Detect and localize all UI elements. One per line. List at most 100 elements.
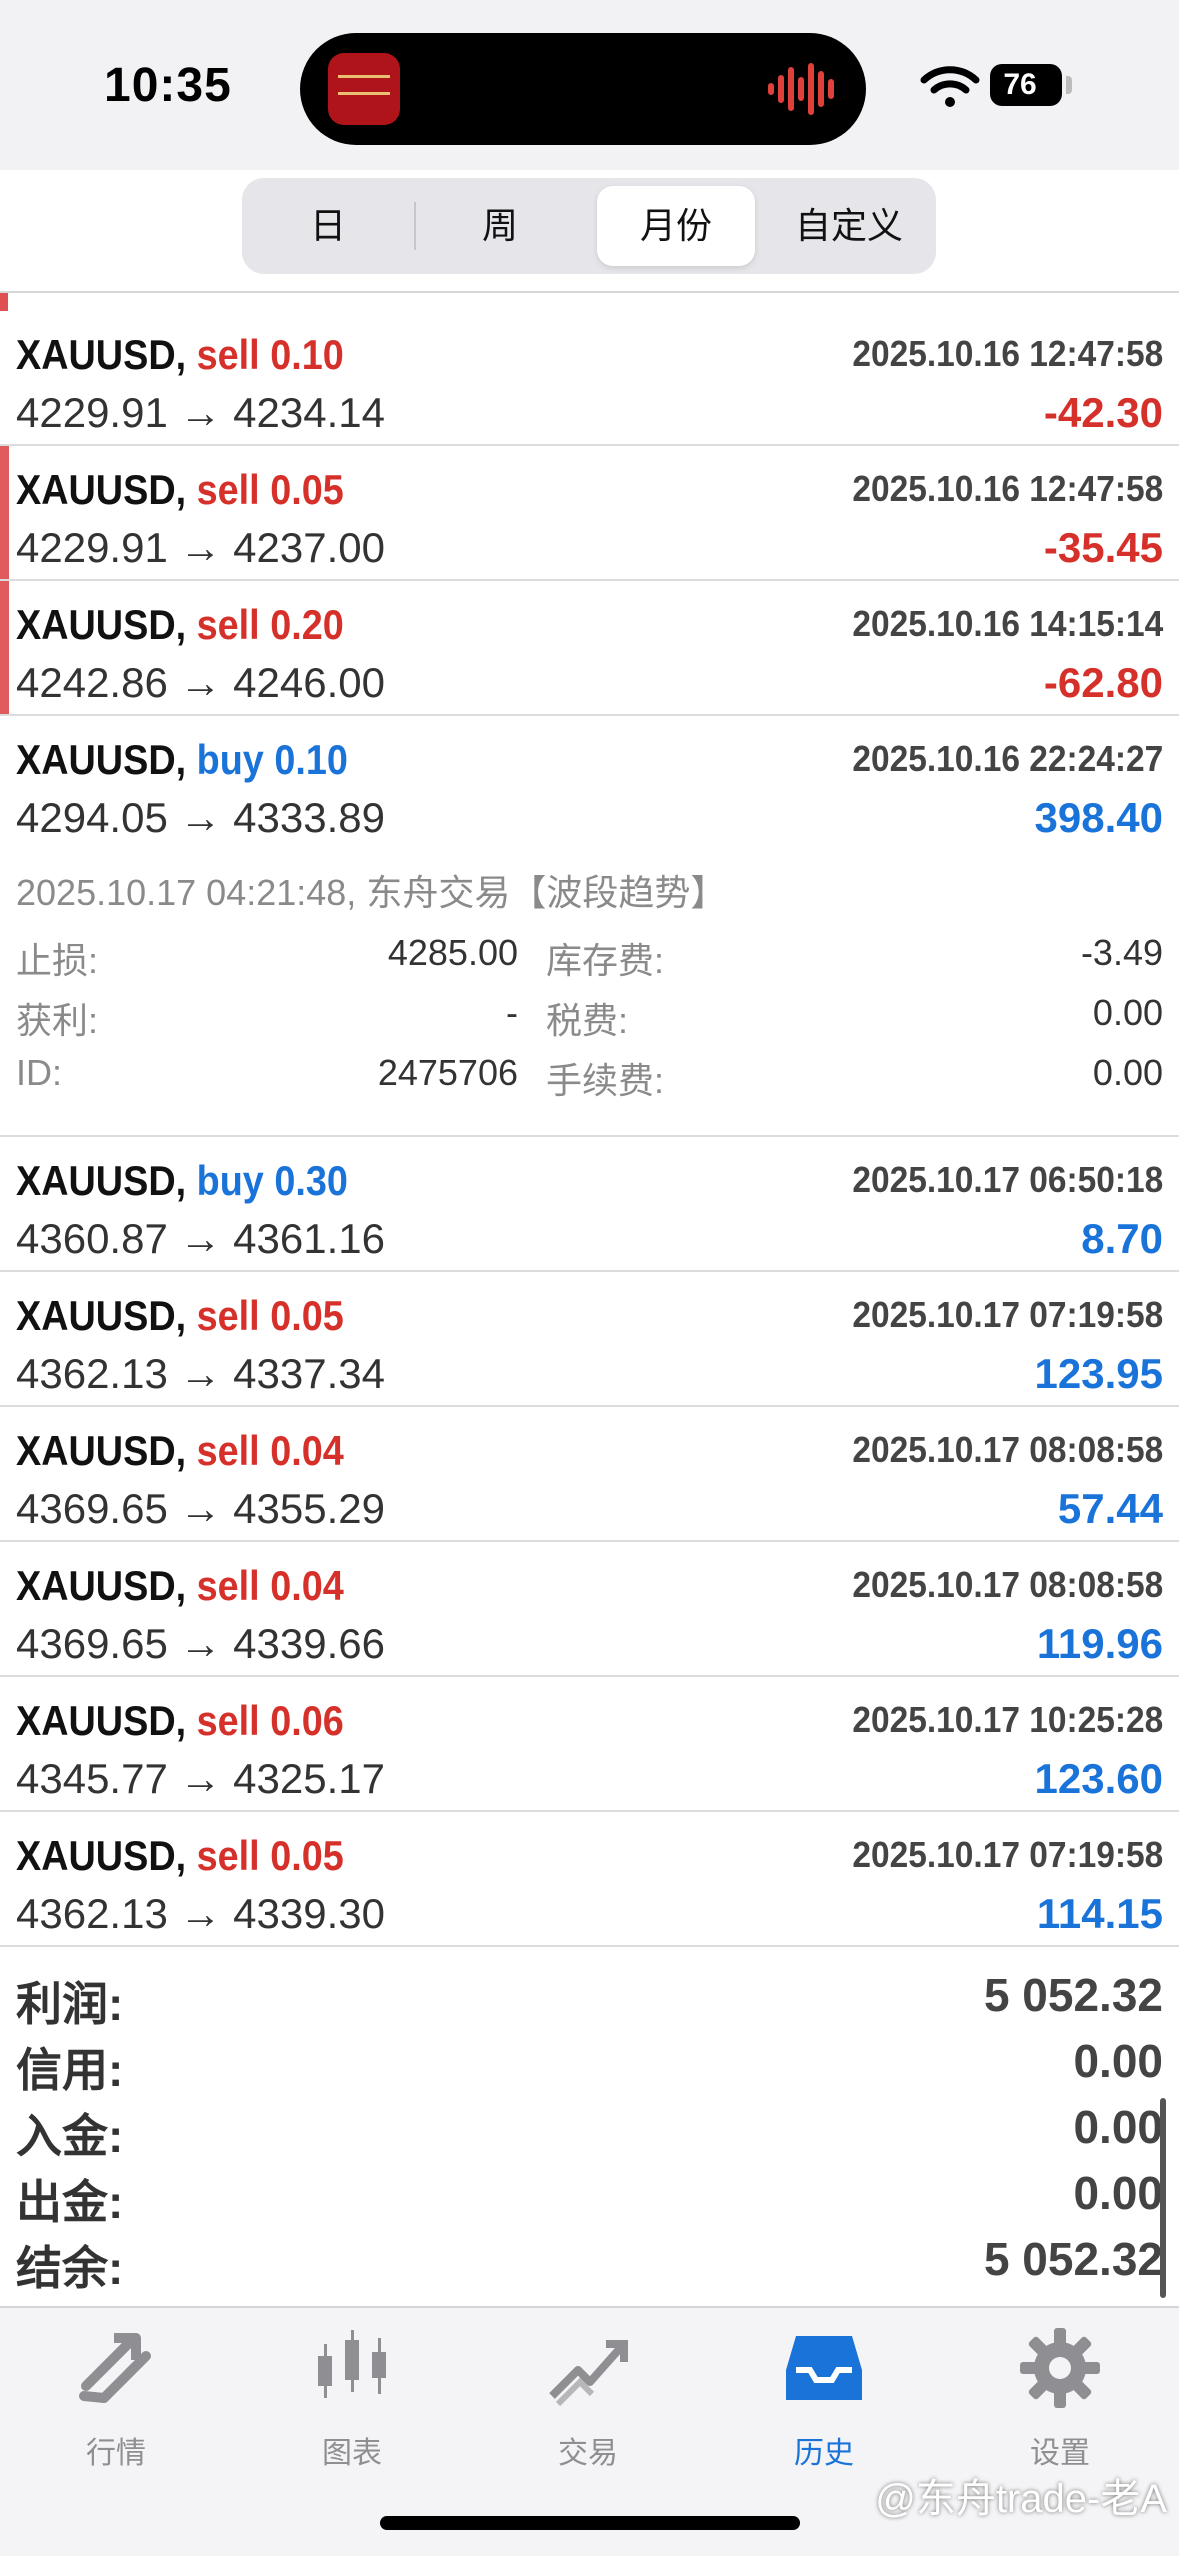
trade-symbol: XAUUSD,	[16, 1832, 187, 1879]
summary-withdrawal-value: 0.00	[1073, 2167, 1163, 2219]
trade-symbol: XAUUSD,	[16, 466, 187, 513]
battery-icon: 76	[990, 64, 1062, 106]
trade-profit: -62.80	[1043, 659, 1163, 706]
trade-row[interactable]: XAUUSD, sell 0.05 2025.10.16 12:47:58 42…	[0, 446, 1179, 581]
commission-value: 0.00	[1092, 1052, 1163, 1093]
tab-quotes[interactable]: 行情	[16, 2326, 216, 2476]
battery-tip	[1066, 76, 1072, 94]
trade-time: 2025.10.17 07:19:58	[852, 1294, 1163, 1335]
trade-side: sell	[196, 1697, 260, 1744]
tab-trade-label: 交易	[558, 2437, 618, 2470]
tab-day[interactable]: 日	[250, 186, 406, 266]
trade-row[interactable]: XAUUSD, sell 0.10 2025.10.16 12:47:58 42…	[0, 311, 1179, 446]
trade-volume: 0.10	[270, 331, 344, 378]
tax-label: 税费:	[546, 1000, 629, 1041]
header-divider	[0, 291, 1179, 293]
trade-side: sell	[196, 1562, 260, 1609]
trade-profit: 123.95	[1034, 1350, 1163, 1397]
trade-time: 2025.10.16 12:47:58	[852, 333, 1163, 374]
trade-prices: 4294.05 → 4333.89	[16, 794, 385, 841]
watermark: @东舟trade-老A	[875, 2477, 1167, 2521]
trade-volume: 0.04	[270, 1562, 344, 1609]
tab-chart[interactable]: 图表	[252, 2326, 452, 2476]
period-segmented-control: 日 周 月份 自定义	[242, 178, 936, 274]
tab-chart-label: 图表	[322, 2437, 382, 2470]
wifi-icon	[920, 66, 980, 107]
trade-profit: 119.96	[1036, 1620, 1163, 1667]
trade-volume: 0.04	[270, 1427, 344, 1474]
stop-loss-label: 止损:	[16, 940, 99, 981]
history-inbox-icon	[786, 2336, 862, 2400]
trade-volume: 0.05	[270, 1832, 344, 1879]
trade-row-expanded[interactable]: XAUUSD, buy 0.10 2025.10.16 22:24:27 429…	[0, 716, 1179, 851]
tab-trade[interactable]: 交易	[488, 2326, 688, 2476]
trade-row[interactable]: XAUUSD, sell 0.05 2025.10.17 07:19:58 43…	[0, 1812, 1179, 1947]
summary-balance-label: 结余:	[16, 2242, 124, 2294]
trade-volume: 0.06	[270, 1697, 344, 1744]
segment-divider	[414, 202, 416, 250]
trade-profit: 8.70	[1081, 1215, 1163, 1262]
trade-symbol: XAUUSD,	[16, 331, 187, 378]
tab-custom[interactable]: 自定义	[768, 186, 930, 266]
tab-settings[interactable]: 设置	[960, 2326, 1160, 2476]
trade-symbol: XAUUSD,	[16, 736, 187, 783]
battery-level: 76	[1003, 68, 1037, 101]
trade-side: buy	[196, 736, 264, 783]
trade-profit: -35.45	[1043, 524, 1163, 571]
trade-row[interactable]: XAUUSD, sell 0.06 2025.10.17 10:25:28 43…	[0, 1677, 1179, 1812]
loss-accent-bar	[0, 446, 9, 579]
summary-credit-value: 0.00	[1073, 2035, 1163, 2087]
id-label: ID:	[16, 1052, 63, 1093]
tab-month[interactable]: 月份	[597, 186, 755, 266]
trade-time: 2025.10.16 14:15:14	[852, 603, 1163, 644]
trade-side: sell	[196, 1832, 260, 1879]
trade-side: buy	[196, 1157, 264, 1204]
candlestick-chart-icon	[318, 2330, 386, 2398]
tab-week[interactable]: 周	[422, 186, 578, 266]
status-bar: 10:35 76 日 周 月份 自定义	[0, 0, 1179, 274]
trade-side: sell	[196, 466, 260, 513]
trade-symbol: XAUUSD,	[16, 1157, 187, 1204]
trade-prices: 4345.77 → 4325.17	[16, 1755, 385, 1802]
take-profit-value: -	[506, 992, 518, 1033]
trade-profit: 114.15	[1036, 1890, 1163, 1937]
summary-balance-value: 5 052.32	[983, 2233, 1163, 2285]
trade-time: 2025.10.16 22:24:27	[852, 738, 1163, 779]
commission-label: 手续费:	[546, 1060, 665, 1101]
trade-row[interactable]: XAUUSD, sell 0.20 2025.10.16 14:15:14 42…	[0, 581, 1179, 716]
trade-profit: 398.40	[1034, 794, 1163, 841]
trade-profit: -42.30	[1043, 389, 1163, 436]
summary-credit-label: 信用:	[16, 2044, 124, 2096]
trade-detail-panel: 2025.10.17 04:21:48, 东舟交易【波段趋势】 止损: 4285…	[0, 850, 1179, 1137]
trade-prices: 4362.13 → 4337.34	[16, 1350, 385, 1397]
id-value: 2475706	[377, 1052, 518, 1093]
trade-time: 2025.10.17 10:25:28	[852, 1699, 1163, 1740]
trade-row[interactable]: XAUUSD, sell 0.04 2025.10.17 08:08:58 43…	[0, 1407, 1179, 1542]
trade-volume: 0.05	[270, 466, 344, 513]
trade-symbol: XAUUSD,	[16, 1427, 187, 1474]
trade-time: 2025.10.17 08:08:58	[852, 1429, 1163, 1470]
trade-prices: 4229.91 → 4237.00	[16, 524, 385, 571]
trade-row[interactable]: XAUUSD, sell 0.05 2025.10.17 07:19:58 43…	[0, 1272, 1179, 1407]
trade-side: sell	[196, 1427, 260, 1474]
summary-profit-value: 5 052.32	[983, 1969, 1163, 2021]
trade-volume: 0.10	[274, 736, 348, 783]
trade-prices: 4242.86 → 4246.00	[16, 659, 385, 706]
trade-volume: 0.30	[274, 1157, 348, 1204]
scrollbar[interactable]	[1160, 2098, 1166, 2298]
dynamic-island	[300, 33, 866, 145]
trade-volume: 0.05	[270, 1292, 344, 1339]
trade-row[interactable]: XAUUSD, sell 0.04 2025.10.17 08:08:58 43…	[0, 1542, 1179, 1677]
tab-quotes-label: 行情	[86, 2437, 146, 2470]
detail-close-time-comment: 2025.10.17 04:21:48, 东舟交易【波段趋势】	[16, 872, 727, 913]
trade-volume: 0.20	[270, 601, 344, 648]
trade-row[interactable]: XAUUSD, buy 0.30 2025.10.17 06:50:18 436…	[0, 1137, 1179, 1272]
quotes-arrows-icon	[79, 2333, 151, 2403]
loss-accent-bar	[0, 581, 9, 714]
home-indicator[interactable]	[380, 2516, 800, 2530]
trade-time: 2025.10.17 08:08:58	[852, 1564, 1163, 1605]
tab-history[interactable]: 历史	[724, 2326, 924, 2476]
trade-prices: 4369.65 → 4339.66	[16, 1620, 385, 1667]
trade-time: 2025.10.16 12:47:58	[852, 468, 1163, 509]
summary-withdrawal-label: 出金:	[16, 2176, 124, 2228]
